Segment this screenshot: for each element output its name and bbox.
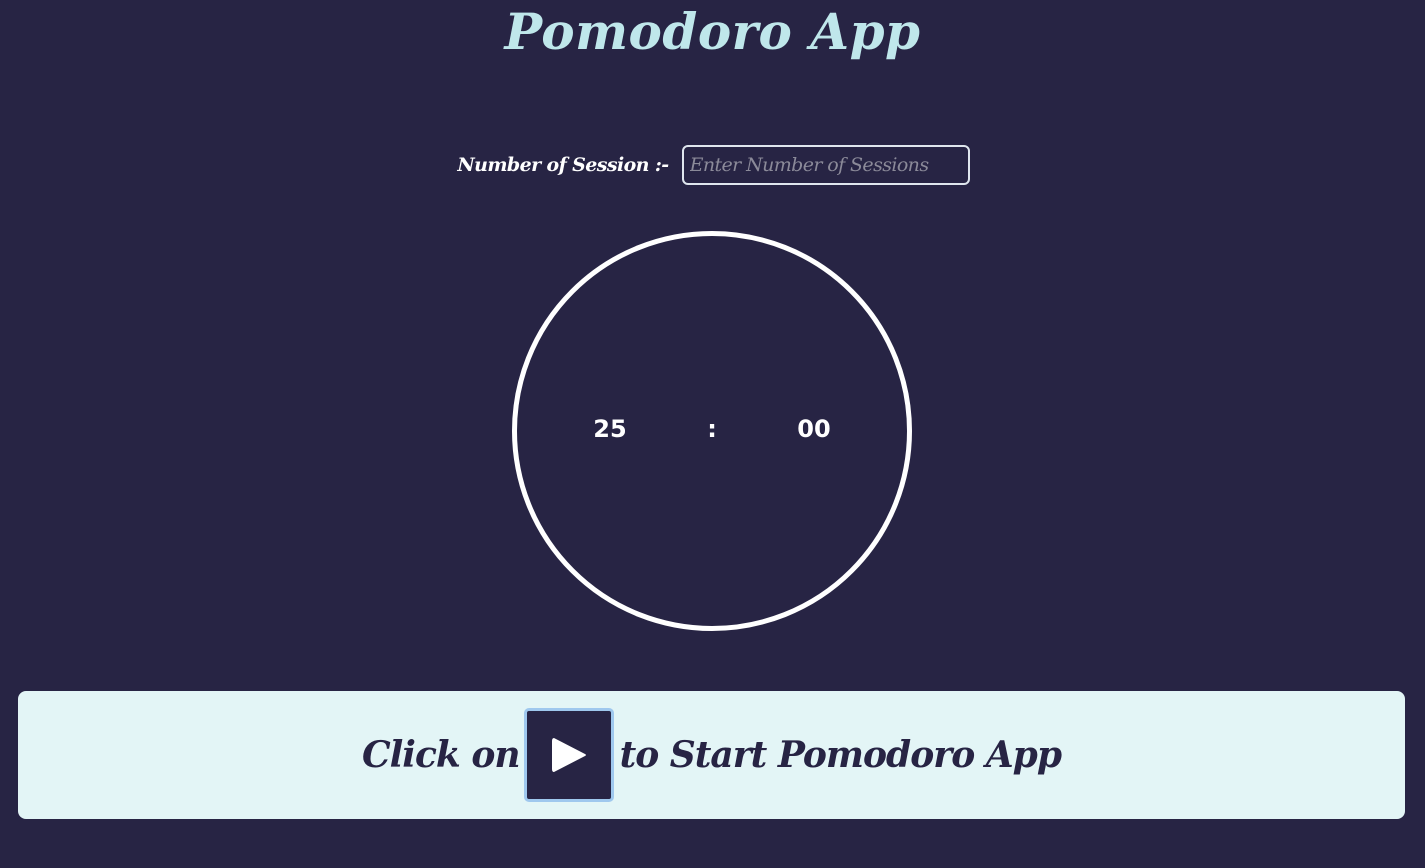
session-row: Number of Session :- [0, 144, 1425, 186]
page-title: Pomodoro App [504, 2, 921, 61]
start-instruction-banner: Click on to Start Pomodoro App [18, 691, 1405, 819]
session-count-input[interactable] [681, 145, 970, 185]
timer-minutes: 25 [593, 415, 627, 443]
banner-text-before: Click on [361, 734, 521, 776]
play-button[interactable] [523, 708, 614, 802]
session-count-label: Number of Session :- [457, 154, 669, 176]
banner-text-after: to Start Pomodoro App [619, 734, 1062, 776]
play-icon [551, 738, 586, 772]
timer-separator: : [707, 415, 717, 443]
timer-seconds: 00 [797, 415, 831, 443]
